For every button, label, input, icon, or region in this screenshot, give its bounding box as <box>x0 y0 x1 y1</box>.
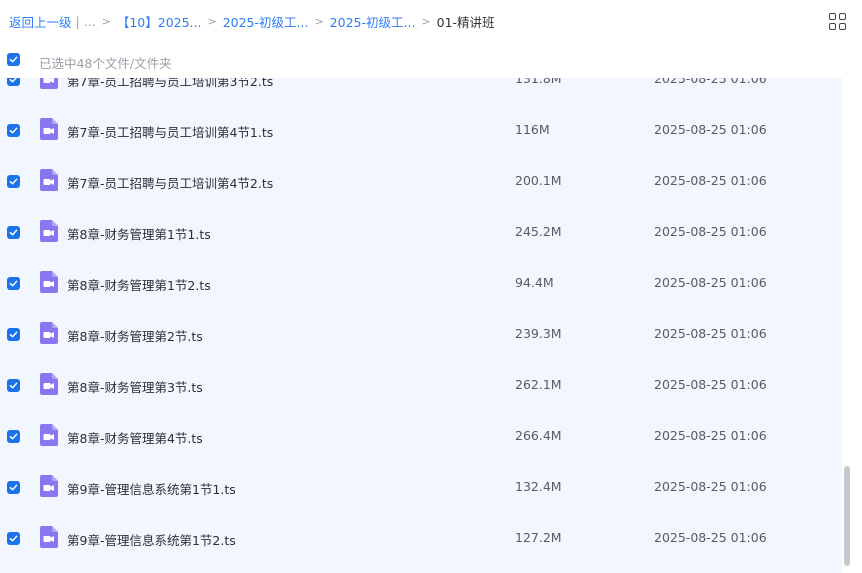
file-size: 132.4M <box>515 479 562 494</box>
video-file-icon <box>40 271 58 293</box>
check-icon <box>9 433 18 440</box>
video-file-icon <box>40 526 58 548</box>
row-checkbox[interactable] <box>7 481 20 494</box>
file-name[interactable]: 第8章-财务管理第3节.ts <box>67 377 203 396</box>
file-row[interactable]: 第8章-财务管理第3节.ts 262.1M 2025-08-25 01:06 <box>0 359 842 410</box>
row-checkbox[interactable] <box>7 277 20 290</box>
file-date: 2025-08-25 01:06 <box>654 428 767 443</box>
file-name[interactable]: 第9章-管理信息系统第1节2.ts <box>67 530 236 549</box>
grid-cell <box>839 13 846 20</box>
chevron-right-icon: > <box>207 14 217 28</box>
row-checkbox[interactable] <box>7 532 20 545</box>
breadcrumb-item-2[interactable]: 2025-初级工... <box>223 12 309 31</box>
breadcrumb: 返回上一级 | ... > 【10】2025... > 2025-初级工... … <box>0 0 862 42</box>
video-file-icon <box>40 373 58 395</box>
grid-cell <box>839 23 846 30</box>
file-name[interactable]: 第8章-财务管理第1节1.ts <box>67 224 211 243</box>
file-name[interactable]: 第8章-财务管理第1节2.ts <box>67 275 211 294</box>
check-icon <box>9 127 18 134</box>
row-checkbox[interactable] <box>7 328 20 341</box>
breadcrumb-ellipsis[interactable]: | ... <box>76 14 96 29</box>
file-size: 266.4M <box>515 428 562 443</box>
row-checkbox[interactable] <box>7 226 20 239</box>
select-all-checkbox[interactable] <box>7 53 20 66</box>
scrollbar-thumb[interactable] <box>844 466 850 566</box>
file-row[interactable]: 第7章-员工招聘与员工培训第4节2.ts 200.1M 2025-08-25 0… <box>0 155 842 206</box>
check-icon <box>9 78 17 83</box>
row-checkbox[interactable] <box>7 175 20 188</box>
file-row[interactable]: 第7章-员工招聘与员工培训第3节2.ts 131.8M 2025-08-25 0… <box>0 78 842 104</box>
grid-view-icon[interactable] <box>829 13 847 31</box>
file-date: 2025-08-25 01:06 <box>654 173 767 188</box>
chevron-right-icon: > <box>421 14 431 28</box>
file-row[interactable]: 第8章-财务管理第1节1.ts 245.2M 2025-08-25 01:06 <box>0 206 842 257</box>
check-icon <box>9 280 18 287</box>
file-size: 131.8M <box>515 78 562 86</box>
file-name[interactable]: 第8章-财务管理第4节.ts <box>67 428 203 447</box>
file-name[interactable]: 第7章-员工招聘与员工培训第4节2.ts <box>67 173 273 192</box>
file-date: 2025-08-25 01:06 <box>654 377 767 392</box>
breadcrumb-item-1[interactable]: 【10】2025... <box>117 12 202 31</box>
file-date: 2025-08-25 01:06 <box>654 224 767 239</box>
row-checkbox[interactable] <box>7 124 20 137</box>
file-date: 2025-08-25 01:06 <box>654 122 767 137</box>
file-date: 2025-08-25 01:06 <box>654 479 767 494</box>
video-file-icon <box>40 220 58 242</box>
file-row[interactable]: 第8章-财务管理第1节2.ts 94.4M 2025-08-25 01:06 <box>0 257 842 308</box>
file-size: 239.3M <box>515 326 562 341</box>
file-name[interactable]: 第7章-员工招聘与员工培训第3节2.ts <box>67 78 273 90</box>
check-icon <box>9 535 18 542</box>
check-icon <box>9 331 18 338</box>
row-checkbox[interactable] <box>7 379 20 392</box>
file-name[interactable]: 第7章-员工招聘与员工培训第4节1.ts <box>67 122 273 141</box>
selection-bar: 已选中48个文件/文件夹 <box>0 42 862 78</box>
check-icon <box>9 382 18 389</box>
chevron-right-icon: > <box>314 14 324 28</box>
grid-cell <box>829 13 836 20</box>
file-date: 2025-08-25 01:06 <box>654 530 767 545</box>
grid-cell <box>829 23 836 30</box>
file-list-rows: 第7章-员工招聘与员工培训第3节2.ts 131.8M 2025-08-25 0… <box>0 78 842 563</box>
breadcrumb-item-3[interactable]: 2025-初级工... <box>330 12 416 31</box>
video-file-icon <box>40 424 58 446</box>
file-size: 245.2M <box>515 224 562 239</box>
video-file-icon <box>40 475 58 497</box>
check-icon <box>9 229 18 236</box>
chevron-right-icon: > <box>101 14 111 28</box>
file-size: 127.2M <box>515 530 562 545</box>
video-file-icon <box>40 322 58 344</box>
row-checkbox[interactable] <box>7 78 20 86</box>
check-icon <box>9 56 18 63</box>
file-name[interactable]: 第8章-财务管理第2节.ts <box>67 326 203 345</box>
selection-count: 已选中48个文件/文件夹 <box>39 56 172 71</box>
video-file-icon <box>40 169 58 191</box>
video-file-icon <box>40 118 58 140</box>
file-row[interactable]: 第9章-管理信息系统第1节1.ts 132.4M 2025-08-25 01:0… <box>0 461 842 512</box>
video-file-icon <box>40 78 58 89</box>
file-date: 2025-08-25 01:06 <box>654 78 767 86</box>
file-row[interactable]: 第8章-财务管理第4节.ts 266.4M 2025-08-25 01:06 <box>0 410 842 461</box>
check-icon <box>9 178 18 185</box>
check-icon <box>9 484 18 491</box>
file-date: 2025-08-25 01:06 <box>654 275 767 290</box>
file-list: 第7章-员工招聘与员工培训第3节2.ts 131.8M 2025-08-25 0… <box>0 78 842 573</box>
file-size: 262.1M <box>515 377 562 392</box>
file-size: 116M <box>515 122 550 137</box>
file-row[interactable]: 第7章-员工招聘与员工培训第4节1.ts 116M 2025-08-25 01:… <box>0 104 842 155</box>
file-size: 94.4M <box>515 275 554 290</box>
file-row[interactable]: 第9章-管理信息系统第1节2.ts 127.2M 2025-08-25 01:0… <box>0 512 842 563</box>
back-link[interactable]: 返回上一级 <box>9 12 72 31</box>
file-date: 2025-08-25 01:06 <box>654 326 767 341</box>
file-name[interactable]: 第9章-管理信息系统第1节1.ts <box>67 479 236 498</box>
file-row[interactable]: 第8章-财务管理第2节.ts 239.3M 2025-08-25 01:06 <box>0 308 842 359</box>
row-checkbox[interactable] <box>7 430 20 443</box>
file-size: 200.1M <box>515 173 562 188</box>
breadcrumb-current: 01-精讲班 <box>436 14 495 30</box>
